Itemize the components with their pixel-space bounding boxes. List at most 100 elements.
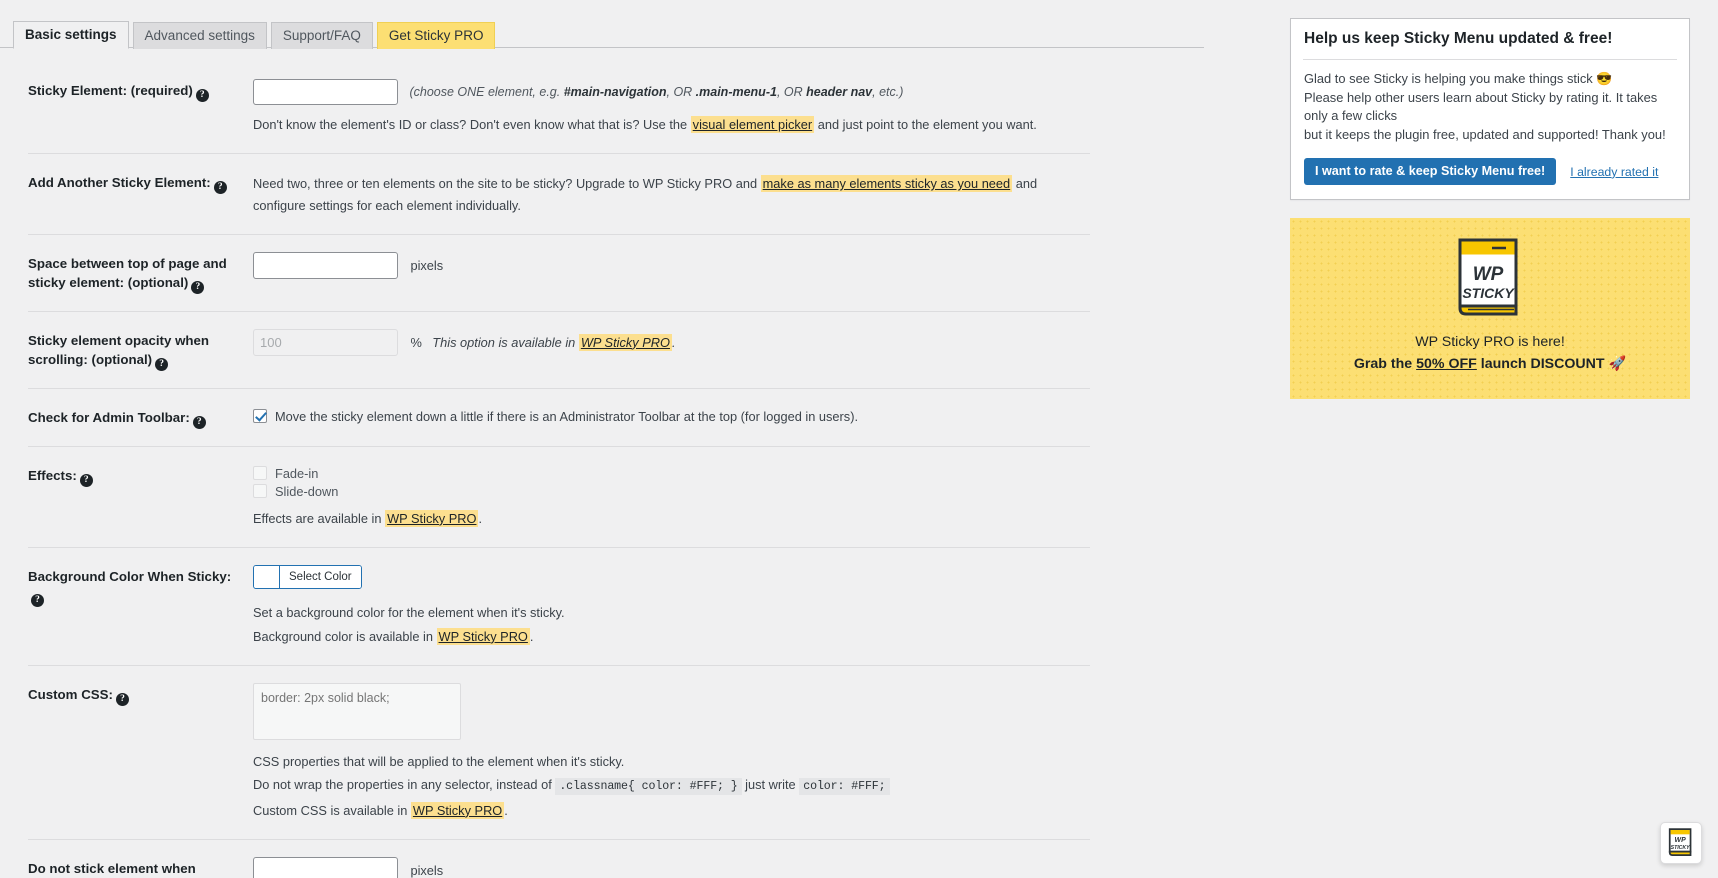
min-screen-input[interactable] — [253, 856, 398, 878]
label-text: Custom CSS: — [28, 686, 113, 702]
color-swatch — [254, 565, 280, 588]
space-top-input[interactable] — [253, 252, 398, 279]
rate-card-title: Help us keep Sticky Menu updated & free! — [1303, 19, 1677, 60]
note-pre: Effects are available in — [253, 510, 386, 526]
discount-value: 50% OFF — [1416, 355, 1477, 372]
effect-slide-down-checkbox[interactable] — [253, 484, 267, 499]
note-pre: This option is available in — [432, 334, 579, 350]
admin-toolbar-checkbox[interactable] — [253, 409, 267, 424]
svg-text:STICKY: STICKY — [1462, 285, 1515, 301]
effect-slide-down-label: Slide-down — [275, 483, 339, 499]
label-text: Background Color When Sticky: — [28, 568, 232, 584]
label-sticky-element: Sticky Element: (required)? — [28, 78, 253, 102]
settings-tabs: Basic settings Advanced settings Support… — [0, 20, 1204, 49]
settings-form: Sticky Element: (required)? (choose ONE … — [0, 62, 1200, 878]
promo-line-2: Grab the 50% OFF launch DISCOUNT 🚀 — [1300, 354, 1680, 375]
hint-mid-1: , OR — [666, 85, 696, 99]
help-icon[interactable]: ? — [115, 692, 129, 706]
hint-example-2: .main-menu-1 — [695, 85, 777, 99]
promo-line2-post: launch DISCOUNT 🚀 — [1476, 355, 1627, 372]
wp-sticky-floating-widget[interactable]: WP STICKY — [1660, 822, 1702, 864]
min-screen-unit: pixels — [410, 862, 444, 878]
rate-plugin-button[interactable]: I want to rate & keep Sticky Menu free! — [1304, 158, 1557, 186]
help-icon[interactable]: ? — [191, 280, 205, 294]
help-icon[interactable]: ? — [195, 89, 209, 102]
desc-pre: Custom CSS is available in — [253, 802, 411, 818]
hint-example-3: header nav — [806, 85, 873, 99]
wp-sticky-pro-link[interactable]: WP Sticky PRO — [436, 627, 530, 645]
desc-post: and just point to the element you want. — [814, 117, 1037, 132]
bg-color-description-2: Background color is available in WP Stic… — [253, 626, 1090, 648]
admin-toolbar-checkbox-label: Move the sticky element down a little if… — [275, 408, 859, 424]
rate-plugin-card: Help us keep Sticky Menu updated & free!… — [1290, 18, 1690, 201]
desc-pre: Do not wrap the properties in any select… — [253, 776, 556, 792]
rate-card-line-2: Please help other users learn about Stic… — [1304, 89, 1658, 124]
wp-sticky-pro-link[interactable]: WP Sticky PRO — [578, 333, 672, 351]
tab-advanced-settings[interactable]: Advanced settings — [132, 21, 267, 49]
label-text: Sticky Element: (required) — [28, 83, 193, 98]
field-row-min-screen: Do not stick element when screen is smal… — [28, 840, 1090, 878]
desc-pre: Background color is available in — [253, 628, 437, 644]
label-opacity: Sticky element opacity when scrolling: (… — [28, 328, 253, 371]
hint-mid-2: , OR — [776, 85, 807, 99]
wp-sticky-pro-link[interactable]: WP Sticky PRO — [385, 509, 479, 527]
label-text: Check for Admin Toolbar: — [28, 409, 190, 425]
help-icon[interactable]: ? — [213, 181, 227, 194]
tab-basic-settings[interactable]: Basic settings — [13, 20, 129, 49]
label-text: Sticky element opacity when scrolling: (… — [28, 332, 210, 367]
svg-text:STICKY: STICKY — [1671, 845, 1691, 851]
help-icon[interactable]: ? — [155, 357, 169, 371]
desc-pre: Need two, three or ten elements on the s… — [253, 176, 761, 191]
promo-line2-pre: Grab the — [1353, 355, 1417, 372]
field-row-background-color: Background Color When Sticky:? Select Co… — [28, 548, 1090, 666]
field-row-sticky-element: Sticky Element: (required)? (choose ONE … — [28, 62, 1090, 154]
opacity-pro-note: This option is available in WP Sticky PR… — [432, 333, 676, 351]
opacity-input[interactable] — [253, 328, 398, 356]
field-row-opacity: Sticky element opacity when scrolling: (… — [28, 312, 1090, 389]
hint-prefix: (choose ONE element, e.g. — [409, 85, 564, 99]
help-icon[interactable]: ? — [79, 473, 93, 487]
svg-text:WP: WP — [1473, 264, 1504, 285]
hint-suffix: , etc.) — [872, 85, 904, 99]
desc-post: . — [529, 628, 534, 644]
field-row-effects: Effects:? Fade-in Slide-down Effects are… — [28, 447, 1090, 548]
custom-css-description-2: Do not wrap the properties in any select… — [253, 774, 1090, 797]
sticky-element-description: Don't know the element's ID or class? Do… — [253, 114, 1090, 136]
custom-css-textarea[interactable] — [253, 682, 461, 740]
visual-element-picker-link[interactable]: visual element picker — [690, 116, 815, 133]
help-icon[interactable]: ? — [31, 593, 44, 607]
note-post: . — [478, 510, 482, 526]
label-text: Effects: — [28, 467, 77, 483]
wp-sticky-mini-logo-icon: WP STICKY — [1668, 828, 1692, 856]
bg-color-description-1: Set a background color for the element w… — [253, 604, 565, 620]
opacity-unit: % — [410, 334, 422, 350]
plugin-settings-page: Basic settings Advanced settings Support… — [0, 0, 1718, 878]
rate-card-line-3: but it keeps the plugin free, updated an… — [1304, 126, 1666, 142]
add-another-description: Need two, three or ten elements on the s… — [253, 173, 1090, 217]
make-elements-sticky-link[interactable]: make as many elements sticky as you need — [760, 175, 1013, 192]
wp-sticky-pro-link[interactable]: WP Sticky PRO — [410, 801, 505, 819]
effect-fade-in-checkbox[interactable] — [253, 466, 267, 481]
field-row-space-top: Space between top of page and sticky ele… — [28, 235, 1090, 312]
label-text: Add Another Sticky Element: — [28, 175, 211, 190]
color-picker-button[interactable]: Select Color — [253, 564, 362, 589]
label-text: Do not stick element when screen is smal… — [28, 860, 196, 876]
css-example-right: color: #FFF; — [799, 777, 890, 795]
help-icon[interactable]: ? — [192, 415, 206, 429]
label-custom-css: Custom CSS:? — [28, 682, 253, 706]
css-example-wrong: .classname{ color: #FFF; } — [555, 777, 742, 795]
desc-pre: Don't know the element's ID or class? Do… — [253, 117, 691, 132]
rate-card-line-1: Glad to see Sticky is helping you make t… — [1304, 71, 1613, 86]
desc-post: . — [504, 802, 508, 818]
sticky-element-hint: (choose ONE element, e.g. #main-navigati… — [409, 85, 903, 99]
promo-text: WP Sticky PRO is here! Grab the 50% OFF … — [1300, 332, 1680, 375]
label-min-screen: Do not stick element when screen is smal… — [28, 856, 253, 878]
tab-get-sticky-pro[interactable]: Get Sticky PRO — [376, 21, 496, 49]
space-top-unit: pixels — [410, 258, 444, 273]
already-rated-link[interactable]: I already rated it — [1570, 165, 1658, 179]
tab-support-faq[interactable]: Support/FAQ — [270, 21, 373, 49]
sticky-element-input[interactable] — [253, 79, 398, 105]
pro-promo-banner[interactable]: WP STICKY WP Sticky PRO is here! Grab th… — [1290, 218, 1690, 399]
field-row-add-another-sticky-element: Add Another Sticky Element:? Need two, t… — [28, 154, 1090, 235]
color-picker-label: Select Color — [280, 565, 361, 588]
